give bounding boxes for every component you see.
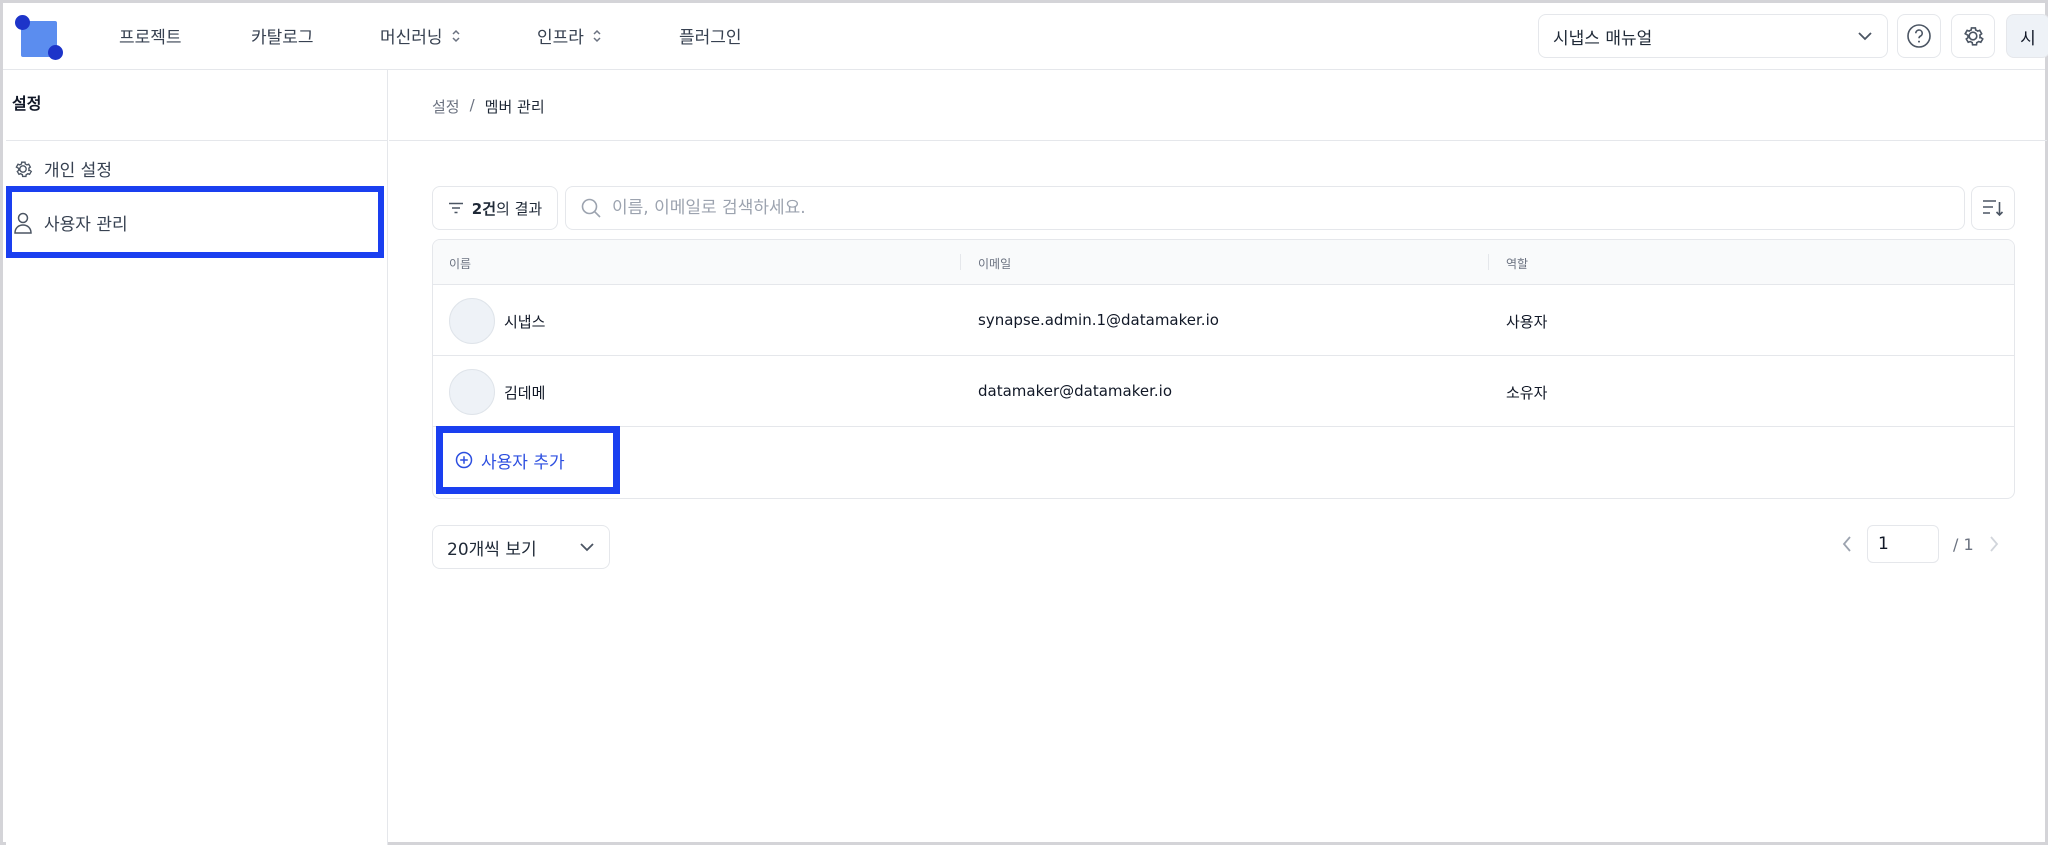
filter-icon	[448, 202, 464, 214]
avatar	[449, 369, 495, 415]
breadcrumb-root[interactable]: 설정	[432, 96, 460, 117]
table-row[interactable]: 김데메 datamaker@datamaker.io 소유자	[433, 356, 2014, 427]
nav-item-label: 카탈로그	[251, 28, 314, 48]
nav-item-infra[interactable]: 인프라	[537, 23, 602, 48]
column-header-name[interactable]: 이름	[449, 255, 471, 272]
breadcrumb-separator: /	[469, 96, 475, 114]
nav-item-projects[interactable]: 프로젝트	[119, 23, 182, 48]
sort-icon	[1982, 198, 2004, 218]
add-user-label: 사용자 추가	[481, 452, 565, 473]
app-window: 프로젝트 카탈로그 머신러닝 인프라 플러그인 시냅스 매뉴얼 시 설정 개인 …	[0, 0, 2048, 845]
logo-dot	[48, 45, 63, 60]
main-content: 설정 / 멤버 관리 2건의 결과 이름 이메일	[389, 70, 2047, 845]
nav-item-catalog[interactable]: 카탈로그	[251, 23, 314, 48]
member-name: 김데메	[504, 384, 546, 402]
sidebar-item-user-management[interactable]: 사용자 관리	[12, 210, 128, 235]
page-number-input[interactable]: 1	[1867, 525, 1939, 563]
chevron-down-icon	[1857, 31, 1873, 41]
filter-button[interactable]: 2건의 결과	[432, 186, 558, 230]
page-size-select[interactable]: 20개씩 보기	[432, 525, 610, 569]
nav-item-machine-learning[interactable]: 머신러닝	[380, 23, 461, 48]
member-email: datamaker@datamaker.io	[978, 382, 1173, 400]
add-user-button[interactable]: 사용자 추가	[436, 426, 620, 494]
nav-item-label: 프로젝트	[119, 28, 182, 48]
result-count-label: 2건의 결과	[472, 198, 542, 219]
nav-item-label: 플러그인	[679, 28, 742, 48]
top-navigation-bar: 프로젝트 카탈로그 머신러닝 인프라 플러그인 시냅스 매뉴얼 시	[3, 3, 2048, 70]
sidebar-title: 설정	[12, 94, 42, 113]
logo-dot	[15, 15, 30, 30]
user-avatar-button[interactable]: 시	[2006, 14, 2048, 58]
result-suffix: 의 결과	[496, 199, 543, 218]
help-icon	[1906, 23, 1932, 49]
sidebar-item-label: 사용자 관리	[44, 215, 128, 235]
nav-item-label: 인프라	[537, 28, 584, 48]
help-button[interactable]	[1897, 14, 1941, 58]
column-header-email[interactable]: 이메일	[978, 255, 1011, 272]
table-row[interactable]: 시냅스 synapse.admin.1@datamaker.io 사용자	[433, 285, 2014, 356]
avatar-initial: 시	[2020, 28, 2036, 49]
settings-sidebar: 설정 개인 설정 사용자 관리	[6, 70, 388, 845]
nav-item-label: 머신러닝	[380, 28, 443, 48]
column-header-role[interactable]: 역할	[1506, 255, 1528, 272]
app-logo[interactable]	[15, 15, 63, 61]
pagination: 1 / 1	[1841, 525, 2000, 563]
next-page-button[interactable]	[1988, 535, 2000, 553]
members-table: 이름 이메일 역할 시냅스 synapse.admin.1@datamaker.…	[432, 239, 2015, 499]
search-icon	[580, 197, 602, 219]
member-email: synapse.admin.1@datamaker.io	[978, 311, 1219, 329]
table-header: 이름 이메일 역할	[433, 240, 2014, 285]
manual-select-value: 시냅스 매뉴얼	[1553, 28, 1653, 49]
breadcrumb: 설정 / 멤버 관리	[432, 96, 545, 117]
sort-button[interactable]	[1971, 186, 2015, 230]
column-divider	[1488, 254, 1489, 270]
result-count: 2건	[471, 199, 497, 218]
page-number-value: 1	[1878, 534, 1889, 554]
previous-page-button[interactable]	[1841, 535, 1853, 553]
member-role: 사용자	[1506, 313, 1548, 331]
chevron-up-down-icon	[592, 29, 602, 43]
user-icon	[12, 211, 34, 235]
member-role: 소유자	[1506, 384, 1548, 402]
avatar	[449, 298, 495, 344]
gear-icon	[12, 158, 34, 180]
member-name: 시냅스	[504, 313, 546, 331]
chevron-up-down-icon	[451, 29, 461, 43]
divider	[389, 140, 2047, 141]
chevron-down-icon	[579, 542, 595, 552]
sidebar-item-label: 개인 설정	[44, 161, 112, 181]
divider	[6, 140, 388, 141]
nav-item-plugins[interactable]: 플러그인	[679, 23, 742, 48]
gear-icon	[1960, 23, 1986, 49]
settings-button[interactable]	[1951, 14, 1995, 58]
search-input[interactable]	[612, 198, 1912, 218]
plus-circle-icon	[455, 451, 473, 469]
page-total: / 1	[1953, 534, 1974, 554]
page-size-value: 20개씩 보기	[447, 539, 537, 560]
manual-select[interactable]: 시냅스 매뉴얼	[1538, 14, 1888, 58]
search-box[interactable]	[565, 186, 1965, 230]
sidebar-item-personal-settings[interactable]: 개인 설정	[12, 156, 112, 181]
column-divider	[960, 254, 961, 270]
breadcrumb-current: 멤버 관리	[484, 98, 545, 116]
